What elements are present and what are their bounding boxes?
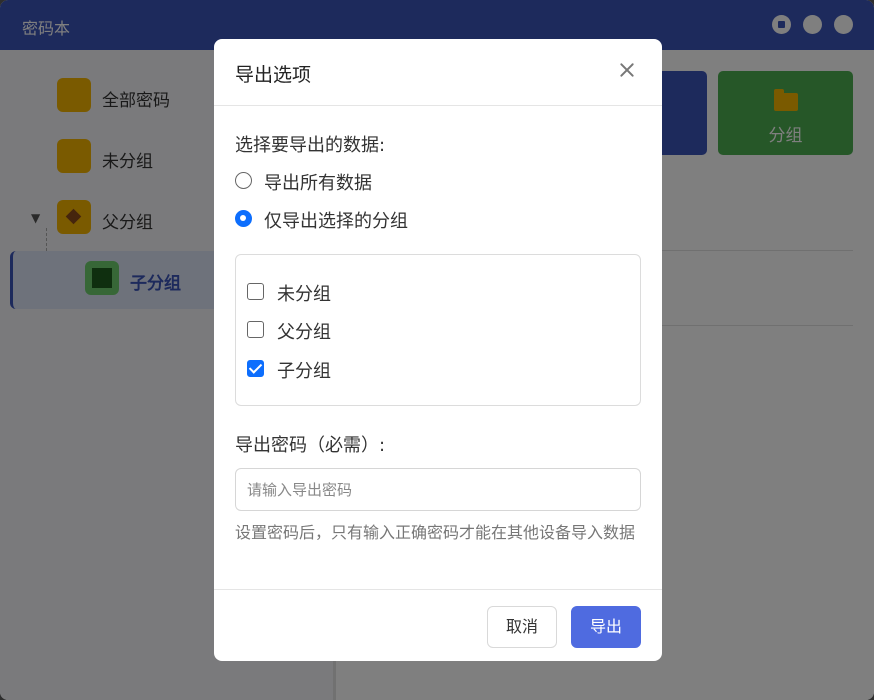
checkbox-label[interactable]: 未分组 (277, 280, 331, 306)
dialog-header: 导出选项 (214, 39, 662, 106)
checkbox-child-group[interactable]: 子分组 (247, 357, 627, 383)
group-selection-box: 未分组 父分组 子分组 (235, 254, 641, 406)
radio-button[interactable] (235, 172, 252, 189)
export-button[interactable]: 导出 (571, 606, 641, 648)
export-password-input[interactable] (235, 468, 641, 511)
dialog-footer: 取消 导出 (214, 589, 662, 661)
radio-export-selected-groups[interactable]: 仅导出选择的分组 (235, 207, 635, 233)
checkbox[interactable] (247, 283, 264, 300)
radio-export-all[interactable]: 导出所有数据 (235, 169, 635, 195)
export-options-dialog: 导出选项 选择要导出的数据: 导出所有数据 仅导出选择的分组 未分组 父分组 子… (214, 39, 662, 661)
checkbox-parent-group[interactable]: 父分组 (247, 318, 627, 344)
radio-label[interactable]: 导出所有数据 (264, 169, 372, 195)
dialog-title: 导出选项 (235, 64, 312, 86)
password-hint: 设置密码后，只有输入正确密码才能在其他设备导入数据 (235, 523, 636, 542)
export-password-label: 导出密码（必需）: (235, 435, 386, 456)
checkbox-ungrouped[interactable]: 未分组 (247, 280, 627, 306)
close-icon[interactable] (616, 59, 638, 81)
radio-button[interactable] (235, 210, 252, 227)
select-data-label: 选择要导出的数据: (235, 135, 386, 156)
checkbox-label[interactable]: 父分组 (277, 318, 331, 344)
checkbox-label[interactable]: 子分组 (277, 357, 331, 383)
cancel-button[interactable]: 取消 (487, 606, 557, 648)
checkbox[interactable] (247, 321, 264, 338)
checkbox[interactable] (247, 360, 264, 377)
radio-label[interactable]: 仅导出选择的分组 (264, 207, 408, 233)
